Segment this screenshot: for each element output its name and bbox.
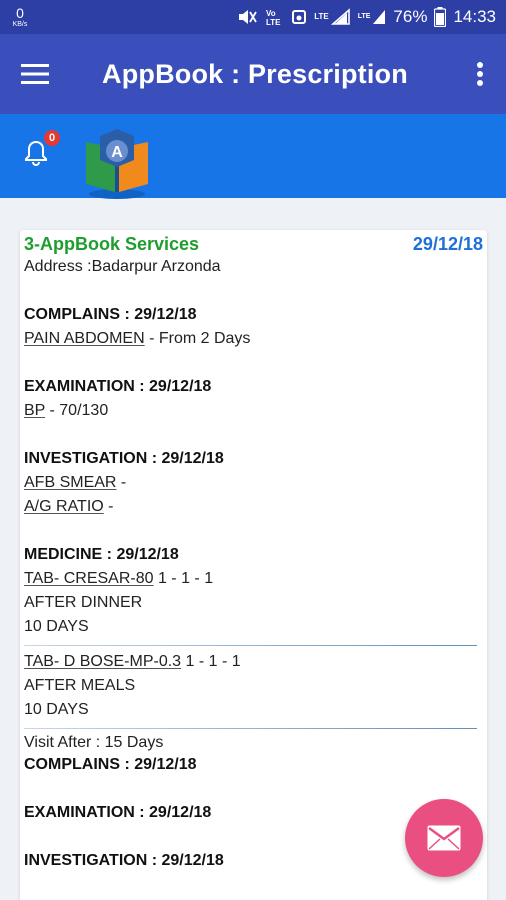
medicine-duration: 10 DAYS bbox=[24, 618, 89, 635]
message-fab[interactable] bbox=[405, 799, 483, 877]
prescription-card[interactable]: 3-AppBook Services 29/12/18 Address :Bad… bbox=[20, 230, 487, 900]
visit-after: Visit After : 15 Days bbox=[24, 734, 164, 751]
battery-icon bbox=[434, 7, 447, 27]
complains-heading: COMPLAINS : 29/12/18 bbox=[24, 306, 197, 323]
medicine-heading: MEDICINE : 29/12/18 bbox=[24, 546, 179, 563]
lte-label-1: LTE bbox=[314, 12, 329, 21]
svg-text:A: A bbox=[111, 144, 123, 161]
investigation-row: A/G RATIO - bbox=[24, 495, 483, 519]
service-name: 3-AppBook Services bbox=[24, 234, 200, 254]
investigation-row: AFB SMEAR - bbox=[24, 471, 483, 495]
hamburger-icon bbox=[21, 64, 49, 84]
page-title: AppBook : Prescription bbox=[102, 58, 408, 89]
more-vert-icon bbox=[477, 62, 483, 86]
investigation-name: AFB SMEAR bbox=[24, 474, 117, 491]
complain-row: PAIN ABDOMEN - From 2 Days bbox=[24, 327, 483, 351]
appbook-logo: A bbox=[78, 124, 156, 202]
header-banner: 0 A bbox=[0, 114, 506, 199]
exam-item: BP bbox=[24, 402, 46, 419]
clock: 14:33 bbox=[453, 7, 496, 26]
prescription-date: 29/12/18 bbox=[412, 234, 483, 254]
network-speed-unit: KB/s bbox=[12, 21, 28, 28]
medicine-row: TAB- CRESAR-80 1 - 1 - 1 bbox=[24, 567, 483, 591]
medicine-dose: 1 - 1 - 1 bbox=[153, 570, 214, 587]
medicine-instruction: AFTER MEALS bbox=[24, 677, 136, 694]
exam-detail: - 70/130 bbox=[45, 402, 109, 419]
medicine-dose: 1 - 1 - 1 bbox=[181, 653, 241, 670]
lte-signal-2-icon: LTE bbox=[358, 8, 387, 26]
complain-item: PAIN ABDOMEN bbox=[24, 330, 145, 347]
status-bar: 0 KB/s Vo LTE LTE LTE 76% 14:33 bbox=[0, 0, 506, 34]
investigation-suffix: - bbox=[103, 498, 114, 515]
svg-text:Vo: Vo bbox=[266, 9, 276, 18]
mail-icon bbox=[427, 825, 461, 851]
network-speed-value: 0 bbox=[16, 5, 24, 21]
lte-label-2: LTE bbox=[357, 13, 371, 20]
medicine-instruction: AFTER DINNER bbox=[24, 594, 143, 611]
investigation-suffix: - bbox=[116, 474, 127, 491]
svg-text:LTE: LTE bbox=[266, 18, 281, 27]
screenshot-icon bbox=[291, 9, 307, 25]
medicine-row: TAB- D BOSE-MP-0.3 1 - 1 - 1 bbox=[24, 650, 483, 674]
lte-signal-1-icon: LTE bbox=[314, 8, 351, 26]
volte-icon: Vo LTE bbox=[264, 7, 284, 27]
investigation-heading: INVESTIGATION : 29/12/18 bbox=[24, 450, 224, 467]
menu-button[interactable] bbox=[0, 34, 70, 114]
address: Address :Badarpur Arzonda bbox=[24, 258, 221, 275]
medicine-duration: 10 DAYS bbox=[24, 701, 89, 718]
battery-percent: 76% bbox=[393, 7, 428, 26]
medicine-name: TAB- CRESAR-80 bbox=[24, 570, 154, 587]
exam-row: BP - 70/130 bbox=[24, 399, 483, 423]
investigation-name: A/G RATIO bbox=[24, 498, 104, 515]
network-speed: 0 KB/s bbox=[10, 6, 30, 28]
app-bar: AppBook : Prescription bbox=[0, 34, 506, 114]
examination-heading: EXAMINATION : 29/12/18 bbox=[24, 378, 212, 395]
more-options-button[interactable] bbox=[454, 34, 506, 114]
medicine-name: TAB- D BOSE-MP-0.3 bbox=[24, 653, 182, 670]
notification-badge: 0 bbox=[42, 128, 62, 148]
complain-detail: - From 2 Days bbox=[144, 330, 251, 347]
divider bbox=[24, 728, 477, 729]
complains-heading-2: COMPLAINS : 29/12/18 bbox=[24, 756, 197, 773]
divider bbox=[24, 645, 477, 646]
mute-icon bbox=[237, 8, 257, 26]
